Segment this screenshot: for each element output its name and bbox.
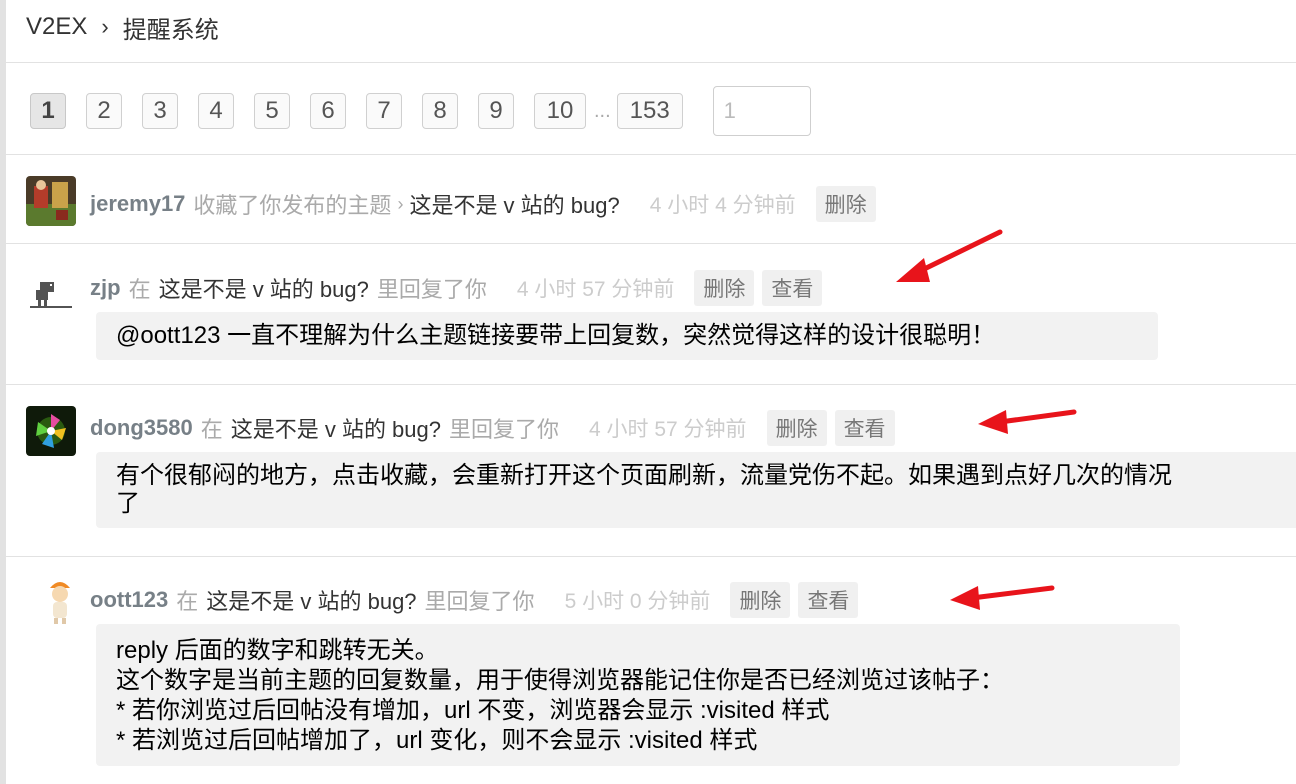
username-link[interactable]: zjp (90, 275, 121, 301)
topic-link[interactable]: 这是不是 v 站的 bug? (206, 584, 416, 616)
username-link[interactable]: oott123 (90, 587, 168, 613)
reply-line: @oott123 一直不理解为什么主题链接要带上回复数，突然觉得这样的设计很聪明… (116, 322, 996, 349)
page-last-button[interactable]: 153 (616, 93, 683, 129)
delete-button[interactable]: 删除 (766, 410, 827, 446)
avatar[interactable] (26, 176, 76, 226)
divider (6, 243, 1296, 244)
timestamp: 5 小时 0 分钟前 (564, 590, 711, 613)
topic-link[interactable]: 这是不是 v 站的 bug? (159, 272, 369, 304)
username-link[interactable]: dong3580 (90, 415, 193, 441)
action-text: 里回复了你 (449, 417, 560, 442)
view-button[interactable]: 查看 (798, 582, 859, 618)
delete-button[interactable]: 删除 (694, 270, 755, 306)
reply-line: 这个数字是当前主题的回复数量，用于使得浏览器能记住你是否已经浏览过该帖子： (116, 667, 1004, 694)
red-arrow-icon (896, 229, 1003, 282)
delete-button[interactable]: 删除 (730, 582, 791, 618)
notifications-box: V2EX › 提醒系统 1 2 3 4 5 6 7 8 9 10 ... 153… (0, 0, 1296, 784)
view-button[interactable]: 查看 (834, 410, 895, 446)
page-10-button[interactable]: 10 (534, 93, 586, 129)
action-prefix: 在 (176, 589, 199, 614)
divider (6, 556, 1296, 557)
timestamp: 4 小时 57 分钟前 (516, 278, 675, 301)
breadcrumb-site-link[interactable]: V2EX (26, 13, 87, 41)
reply-content: 有个很郁闷的地方，点击收藏，会重新打开这个页面刷新，流量党伤不起。如果遇到点好几… (96, 452, 1296, 528)
avatar[interactable] (26, 264, 76, 314)
page-2-button[interactable]: 2 (86, 93, 122, 129)
red-arrow-icon (978, 409, 1077, 434)
pagination-ellipsis: ... (594, 99, 611, 122)
page-4-button[interactable]: 4 (198, 93, 234, 129)
reply-line: reply 后面的数字和跳转无关。 (116, 637, 439, 664)
reply-line: * 若你浏览过后回帖没有增加，url 不变，浏览器会显示 :visited 样式 (116, 697, 830, 724)
page-5-button[interactable]: 5 (254, 93, 290, 129)
delete-button[interactable]: 删除 (815, 186, 876, 222)
divider (6, 384, 1296, 385)
topic-link[interactable]: 这是不是 v 站的 bug? (409, 188, 619, 220)
action-text: 里回复了你 (424, 589, 535, 614)
action-prefix: 在 (128, 277, 151, 302)
breadcrumb: V2EX › 提醒系统 (26, 10, 219, 44)
page-9-button[interactable]: 9 (478, 93, 514, 129)
action-prefix: 在 (200, 417, 223, 442)
page-6-button[interactable]: 6 (310, 93, 346, 129)
view-button[interactable]: 查看 (762, 270, 823, 306)
breadcrumb-separator: › (101, 14, 109, 39)
divider (6, 62, 1296, 63)
action-text: 收藏了你发布的主题 (193, 193, 392, 218)
avatar[interactable] (40, 576, 80, 626)
chevron-right-icon: › (397, 193, 404, 214)
username-link[interactable]: jeremy17 (90, 191, 185, 217)
reply-content: @oott123 一直不理解为什么主题链接要带上回复数，突然觉得这样的设计很聪明… (96, 312, 1158, 360)
reply-line: 有个很郁闷的地方，点击收藏，会重新打开这个页面刷新，流量党伤不起。如果遇到点好几… (116, 462, 1172, 489)
page-8-button[interactable]: 8 (422, 93, 458, 129)
avatar[interactable] (26, 406, 76, 456)
topic-link[interactable]: 这是不是 v 站的 bug? (231, 412, 441, 444)
page-3-button[interactable]: 3 (142, 93, 178, 129)
page-title: 提醒系统 (122, 16, 219, 44)
divider (6, 154, 1296, 155)
reply-line: 了 (116, 490, 140, 517)
timestamp: 4 小时 4 分钟前 (649, 194, 796, 217)
reply-line: * 若浏览过后回帖增加了，url 变化，则不会显示 :visited 样式 (116, 727, 758, 754)
page-7-button[interactable]: 7 (366, 93, 402, 129)
action-text: 里回复了你 (376, 277, 487, 302)
red-arrow-icon (950, 585, 1055, 610)
page-1-button[interactable]: 1 (30, 93, 66, 129)
page-jump-input[interactable]: 1 (712, 86, 811, 136)
pagination: 1 2 3 4 5 6 7 8 9 10 ... 153 1 (30, 86, 811, 136)
reply-content: reply 后面的数字和跳转无关。 这个数字是当前主题的回复数量，用于使得浏览器… (96, 624, 1180, 766)
timestamp: 4 小时 57 分钟前 (589, 418, 747, 441)
